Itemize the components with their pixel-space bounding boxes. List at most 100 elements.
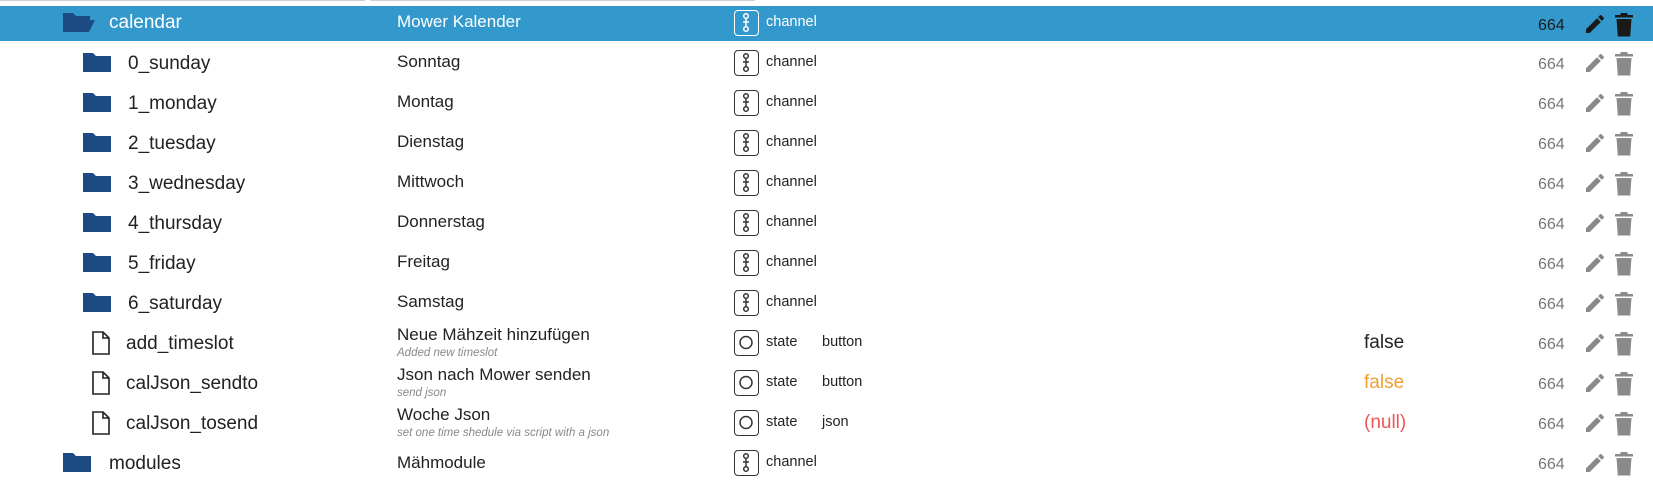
edit-pencil-icon[interactable]: [1583, 51, 1607, 75]
channel-type-icon: [734, 130, 759, 156]
edit-pencil-icon[interactable]: [1583, 211, 1607, 235]
tree-row-calendar[interactable]: calendar Mower Kalender channel 664: [0, 6, 1653, 41]
object-id: calJson_sendto: [126, 373, 259, 394]
object-type: state: [766, 334, 798, 350]
delete-trash-icon[interactable]: [1612, 90, 1636, 117]
divider-label: [370, 0, 755, 1]
acl-value: 664: [1538, 416, 1565, 433]
object-id: calendar: [109, 12, 182, 33]
object-type: channel: [766, 14, 817, 30]
folder-icon: [83, 93, 111, 112]
divider-name: [0, 0, 365, 1]
object-id: add_timeslot: [126, 333, 234, 354]
tree-row-0_sunday[interactable]: 0_sunday Sonntag channel 664: [0, 43, 1653, 83]
object-role: json: [822, 414, 849, 430]
object-type: channel: [766, 54, 817, 70]
edit-pencil-icon[interactable]: [1583, 331, 1607, 355]
object-label: Mittwoch: [397, 172, 465, 191]
state-type-icon: [734, 370, 759, 396]
delete-trash-icon[interactable]: [1612, 130, 1636, 157]
object-type: state: [766, 414, 798, 430]
folder-icon: [83, 133, 111, 152]
state-value[interactable]: false: [1364, 332, 1404, 354]
state-type-icon: [734, 410, 759, 436]
tree-row-add_timeslot[interactable]: add_timeslot Neue Mähzeit hinzufügen Add…: [0, 323, 1653, 363]
tree-row-2_tuesday[interactable]: 2_tuesday Dienstag channel 664: [0, 123, 1653, 163]
object-label: Sonntag: [397, 52, 461, 71]
edit-pencil-icon[interactable]: [1583, 131, 1607, 155]
file-icon: [92, 411, 110, 435]
tree-row-5_friday[interactable]: 5_friday Freitag channel 664: [0, 243, 1653, 283]
tree-row-4_thursday[interactable]: 4_thursday Donnerstag channel 664: [0, 203, 1653, 243]
object-type: channel: [766, 174, 817, 190]
object-type: channel: [766, 454, 817, 470]
object-label: Json nach Mower senden: [397, 365, 591, 384]
object-label: Mower Kalender: [397, 12, 521, 31]
object-label: Woche Json: [397, 405, 491, 424]
acl-value: 664: [1538, 216, 1565, 233]
folder-icon: [83, 253, 111, 272]
object-id: 5_friday: [128, 253, 196, 274]
tree-row-6_saturday[interactable]: 6_saturday Samstag channel 664: [0, 283, 1653, 323]
delete-trash-icon[interactable]: [1612, 330, 1636, 357]
delete-trash-icon[interactable]: [1612, 250, 1636, 277]
tree-row-calJson_tosend[interactable]: calJson_tosend Woche Json set one time s…: [0, 403, 1653, 443]
file-icon: [92, 371, 110, 395]
channel-type-icon: [734, 170, 759, 196]
acl-value: 664: [1538, 336, 1565, 353]
object-label: Mähmodule: [397, 453, 486, 472]
file-icon: [92, 331, 110, 355]
edit-pencil-icon[interactable]: [1583, 371, 1607, 395]
object-id: 4_thursday: [128, 213, 223, 234]
delete-trash-icon[interactable]: [1612, 50, 1636, 77]
object-description: Added new timeslot: [397, 347, 498, 359]
edit-pencil-icon[interactable]: [1583, 251, 1607, 275]
acl-value: 664: [1538, 456, 1565, 473]
channel-type-icon: [734, 210, 759, 236]
acl-value: 664: [1538, 176, 1565, 193]
delete-trash-icon[interactable]: [1612, 290, 1636, 317]
header-divider: [0, 0, 760, 2]
object-description: set one time shedule via script with a j…: [397, 427, 610, 439]
delete-trash-icon[interactable]: [1612, 370, 1636, 397]
delete-trash-icon[interactable]: [1612, 11, 1636, 38]
state-value[interactable]: (null): [1364, 412, 1406, 434]
tree-row-calJson_sendto[interactable]: calJson_sendto Json nach Mower senden se…: [0, 363, 1653, 403]
delete-trash-icon[interactable]: [1612, 410, 1636, 437]
channel-type-icon: [734, 290, 759, 316]
edit-pencil-icon[interactable]: [1583, 171, 1607, 195]
edit-pencil-icon[interactable]: [1583, 411, 1607, 435]
acl-value: 664: [1538, 17, 1565, 34]
object-id: calJson_tosend: [126, 413, 259, 434]
acl-value: 664: [1538, 296, 1565, 313]
object-role: button: [822, 374, 863, 390]
delete-trash-icon[interactable]: [1612, 170, 1636, 197]
object-label: Samstag: [397, 292, 465, 311]
tree-row-3_wednesday[interactable]: 3_wednesday Mittwoch channel 664: [0, 163, 1653, 203]
tree-row-modules[interactable]: modules Mähmodule channel 664: [0, 443, 1653, 483]
delete-trash-icon[interactable]: [1612, 210, 1636, 237]
object-label: Montag: [397, 92, 454, 111]
object-id: 6_saturday: [128, 293, 223, 314]
acl-value: 664: [1538, 96, 1565, 113]
edit-pencil-icon[interactable]: [1583, 12, 1607, 36]
object-id: 2_tuesday: [128, 133, 216, 154]
object-label: Neue Mähzeit hinzufügen: [397, 325, 590, 344]
folder-open-icon: [63, 13, 95, 32]
object-label: Freitag: [397, 252, 450, 271]
edit-pencil-icon[interactable]: [1583, 91, 1607, 115]
delete-trash-icon[interactable]: [1612, 450, 1636, 477]
object-role: button: [822, 334, 863, 350]
state-type-icon: [734, 330, 759, 356]
state-value[interactable]: false: [1364, 372, 1404, 394]
folder-icon: [83, 173, 111, 192]
edit-pencil-icon[interactable]: [1583, 291, 1607, 315]
folder-icon: [83, 213, 111, 232]
object-id: 0_sunday: [128, 53, 211, 74]
acl-value: 664: [1538, 256, 1565, 273]
edit-pencil-icon[interactable]: [1583, 451, 1607, 475]
object-type: channel: [766, 214, 817, 230]
acl-value: 664: [1538, 376, 1565, 393]
tree-row-1_monday[interactable]: 1_monday Montag channel 664: [0, 83, 1653, 123]
object-type: state: [766, 374, 798, 390]
